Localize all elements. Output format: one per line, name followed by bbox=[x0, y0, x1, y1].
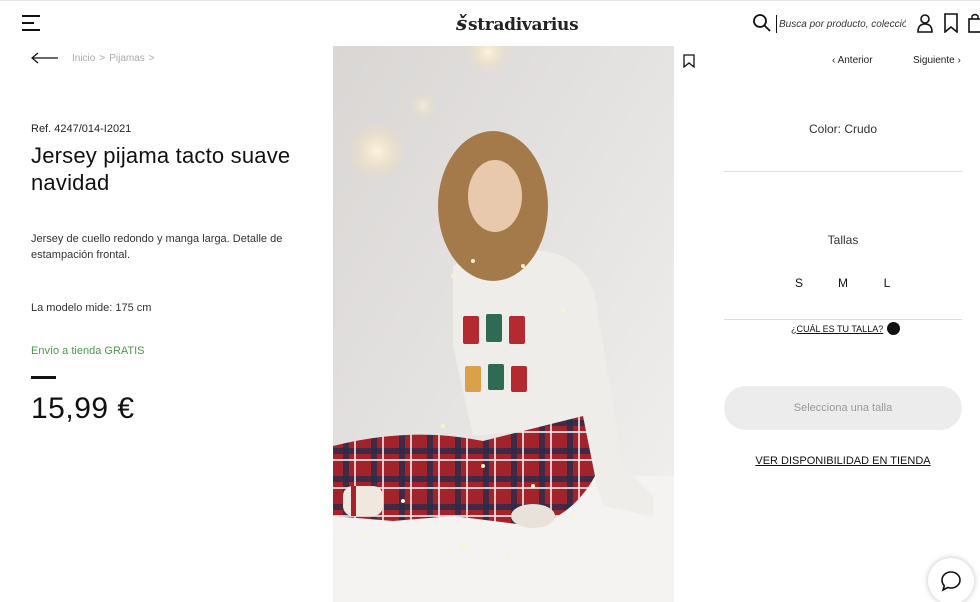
bookmark-icon[interactable] bbox=[943, 13, 959, 33]
breadcrumb-pijamas[interactable]: Pijamas bbox=[109, 53, 145, 64]
product-description: Jersey de cuello redondo y manga larga. … bbox=[31, 233, 283, 261]
logo[interactable]: šstradivarius bbox=[456, 11, 579, 35]
size-option-m[interactable]: M bbox=[836, 276, 850, 290]
model-info: La modelo mide: 175 cm bbox=[31, 302, 152, 314]
product-title: Jersey pijama tacto suave navidad bbox=[31, 143, 291, 195]
search-icon[interactable] bbox=[752, 13, 772, 33]
breadcrumb-inicio[interactable]: Inicio bbox=[72, 53, 95, 64]
prev-label: Anterior bbox=[837, 55, 873, 66]
chat-icon bbox=[941, 571, 961, 592]
breadcrumb-separator: > bbox=[99, 53, 106, 64]
prev-product-link[interactable]: ‹ Anterior bbox=[832, 55, 873, 66]
chat-button[interactable] bbox=[928, 558, 974, 602]
bookmark-icon[interactable] bbox=[683, 54, 695, 68]
product-image[interactable] bbox=[333, 46, 674, 602]
bag-icon[interactable] bbox=[968, 13, 980, 33]
logo-mark: š bbox=[456, 11, 467, 35]
shipping-info: Envío a tienda GRATIS bbox=[31, 345, 145, 357]
product-ref: Ref. 4247/014-I2021 bbox=[31, 123, 132, 135]
site-header: šstradivarius bbox=[0, 0, 980, 46]
divider bbox=[724, 319, 962, 320]
user-icon[interactable] bbox=[916, 13, 934, 33]
breadcrumb: Inicio > Pijamas > bbox=[72, 53, 155, 64]
size-guide-icon bbox=[887, 322, 901, 335]
divider bbox=[724, 171, 962, 172]
price-divider bbox=[31, 376, 56, 379]
product-price: 15,99 € bbox=[31, 392, 135, 425]
sizes-label: Tallas bbox=[827, 233, 859, 247]
chevron-right-icon: › bbox=[954, 55, 961, 66]
size-guide-label: ¿CUÁL ES TU TALLA? bbox=[791, 323, 884, 334]
next-label: Siguiente bbox=[913, 55, 955, 66]
size-option-l[interactable]: L bbox=[880, 276, 894, 290]
select-size-button[interactable]: Selecciona una talla bbox=[724, 386, 962, 430]
color-label: Color: Crudo bbox=[808, 122, 878, 136]
store-availability-link[interactable]: VER DISPONIBILIDAD EN TIENDA bbox=[724, 455, 962, 467]
logo-text: stradivarius bbox=[467, 15, 579, 35]
menu-icon[interactable] bbox=[22, 15, 42, 33]
back-arrow-icon[interactable] bbox=[30, 51, 60, 65]
size-guide-link[interactable]: ¿CUÁL ES TU TALLA? bbox=[791, 322, 901, 335]
search-input[interactable] bbox=[776, 15, 906, 33]
next-product-link[interactable]: Siguiente › bbox=[913, 55, 961, 66]
product-photo-illustration bbox=[333, 46, 674, 602]
breadcrumb-separator: > bbox=[148, 53, 155, 64]
size-option-s[interactable]: S bbox=[792, 276, 806, 290]
